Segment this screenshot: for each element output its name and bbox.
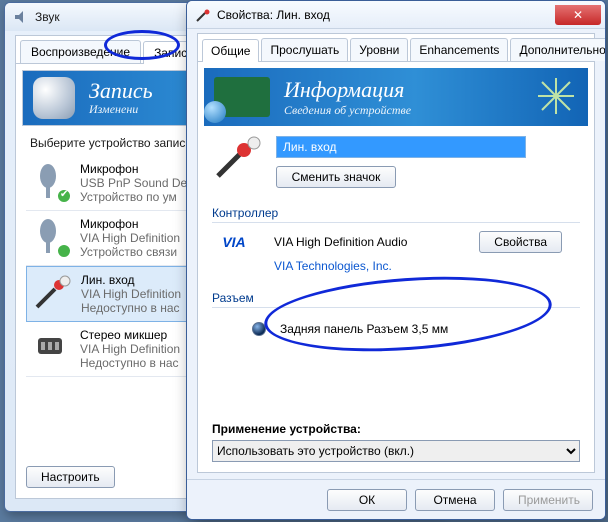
close-button[interactable]: ✕ — [555, 5, 601, 25]
controller-vendor-link[interactable]: VIA Technologies, Inc. — [274, 259, 392, 273]
configure-button[interactable]: Настроить — [26, 466, 115, 488]
line-in-icon — [31, 273, 71, 313]
info-banner-title: Информация — [284, 77, 411, 103]
controller-name: VIA High Definition Audio — [274, 235, 407, 249]
speaker-icon — [13, 9, 29, 25]
device-driver: VIA High Definition — [80, 342, 180, 356]
ok-button[interactable]: ОК — [327, 489, 407, 511]
info-banner: Информация Сведения об устройстве — [204, 68, 588, 126]
sound-card-icon — [214, 77, 270, 117]
banner-title: Запись — [89, 80, 153, 102]
properties-footer: ОК Отмена Применить — [187, 479, 605, 519]
check-badge-icon — [56, 188, 72, 204]
sparkle-icon — [534, 74, 578, 118]
tab-enhancements[interactable]: Enhancements — [410, 38, 508, 61]
phone-badge-icon — [56, 243, 72, 259]
cancel-button[interactable]: Отмена — [415, 489, 495, 511]
tab-listen[interactable]: Прослушать — [261, 38, 348, 61]
stereo-mix-icon — [30, 328, 70, 368]
device-driver: USB PnP Sound De — [80, 176, 187, 190]
line-in-large-icon — [212, 136, 262, 182]
via-logo-icon: VIA — [212, 231, 256, 253]
device-status: Устройство по ум — [80, 190, 187, 204]
controller-group-label: Контроллер — [212, 206, 580, 220]
banner-subtitle: Изменени — [89, 102, 153, 117]
microphone-icon — [30, 162, 70, 202]
device-status: Устройство связи — [80, 245, 180, 259]
controller-properties-button[interactable]: Свойства — [479, 231, 562, 253]
device-driver: VIA High Definition — [81, 287, 181, 301]
device-usage-label: Применение устройства: — [212, 422, 580, 436]
properties-window: Свойства: Лин. вход ✕ Общие Прослушать У… — [186, 0, 606, 520]
jack-group-label: Разъем — [212, 291, 580, 305]
tab-levels[interactable]: Уровни — [350, 38, 408, 61]
device-name: Стерео микшер — [80, 328, 180, 342]
tab-general[interactable]: Общие — [202, 39, 259, 62]
info-banner-subtitle: Сведения об устройстве — [284, 103, 411, 118]
tab-advanced[interactable]: Дополнительно — [510, 38, 606, 61]
sound-window-title: Звук — [35, 10, 60, 24]
apply-button[interactable]: Применить — [503, 489, 593, 511]
device-status: Недоступно в нас — [81, 301, 181, 315]
device-name: Микрофон — [80, 162, 187, 176]
tab-playback[interactable]: Воспроизведение — [20, 40, 141, 63]
change-icon-button[interactable]: Сменить значок — [276, 166, 396, 188]
properties-window-title: Свойства: Лин. вход — [217, 8, 330, 22]
microphone-icon — [33, 77, 75, 119]
properties-tabs: Общие Прослушать Уровни Enhancements Доп… — [198, 34, 594, 62]
properties-titlebar: Свойства: Лин. вход ✕ — [187, 1, 605, 29]
jack-color-icon — [252, 322, 266, 336]
device-name: Микрофон — [80, 217, 180, 231]
line-in-icon — [195, 7, 211, 23]
microphone-icon — [30, 217, 70, 257]
device-usage-select[interactable]: Использовать это устройство (вкл.) — [212, 440, 580, 462]
device-name-input[interactable] — [276, 136, 526, 158]
device-status: Недоступно в нас — [80, 356, 180, 370]
device-driver: VIA High Definition — [80, 231, 180, 245]
device-name: Лин. вход — [81, 273, 181, 287]
jack-description: Задняя панель Разъем 3,5 мм — [280, 322, 448, 336]
